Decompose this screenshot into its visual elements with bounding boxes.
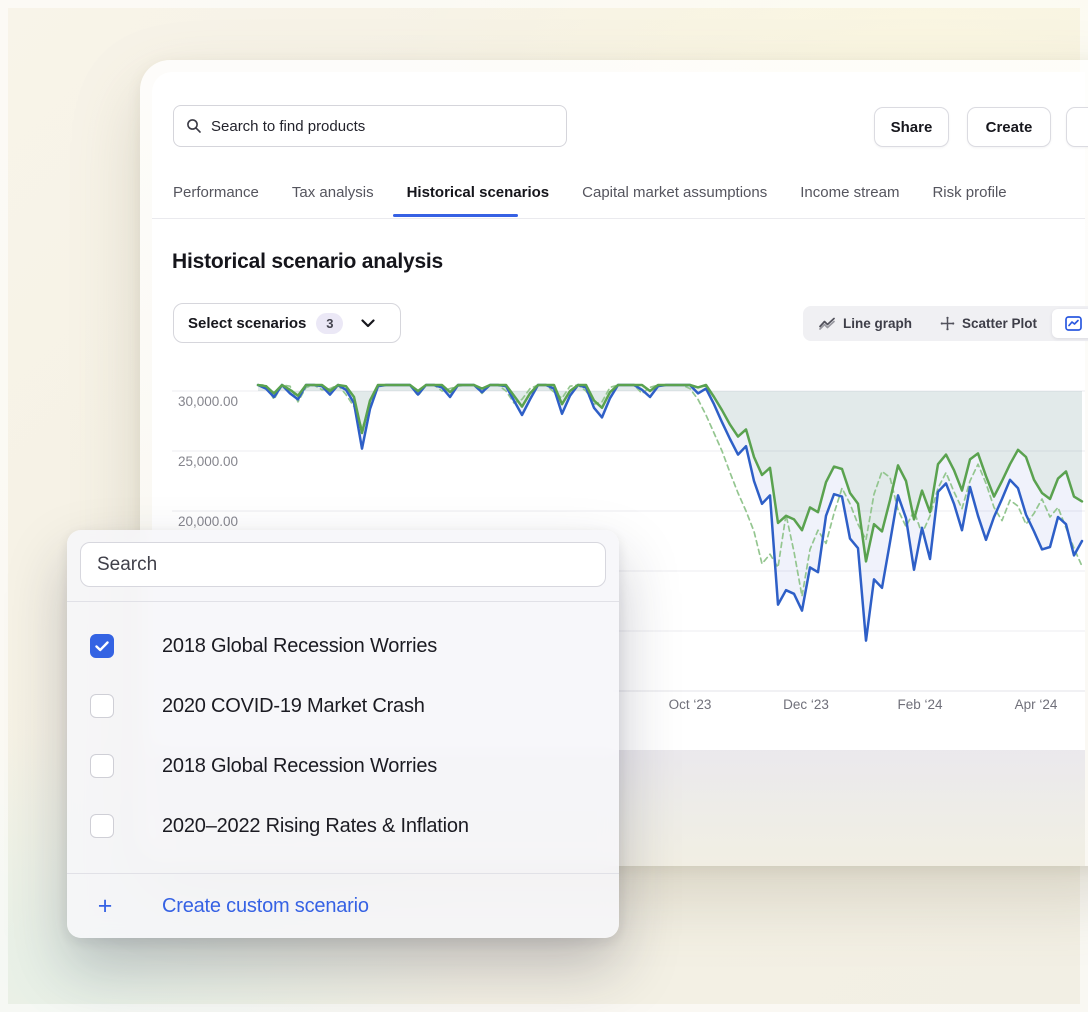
create-button[interactable]: Create [967,107,1051,147]
scatter-plot-icon [940,316,955,331]
chevron-down-icon [361,319,375,328]
tab-historical-scenarios[interactable]: Historical scenarios [407,184,550,201]
scenario-option-1[interactable]: 2020 COVID-19 Market Crash [67,676,619,736]
search-icon [186,118,202,134]
scenario-option-2[interactable]: 2018 Global Recession Worries [67,736,619,796]
select-scenarios-label: Select scenarios [188,315,306,332]
screenshot-stage: Share Create Performance Tax analysis Hi… [0,0,1088,1012]
scenario-option-label: 2020–2022 Rising Rates & Inflation [162,815,469,838]
scenario-option-label: 2018 Global Recession Worries [162,755,437,778]
picker-divider [67,601,619,602]
page-title: Historical scenario analysis [172,250,443,274]
select-scenarios-button[interactable]: Select scenarios 3 [173,303,401,343]
y-axis-tick-25000: 25,000.00 [178,454,238,469]
draw-chart-icon [1065,316,1082,331]
toggle-line-graph[interactable]: Line graph [806,309,925,338]
scenario-option-checkbox-0[interactable] [90,634,114,658]
selected-count-badge: 3 [316,313,343,334]
scenario-options-list: 2018 Global Recession Worries 2020 COVID… [67,616,619,856]
active-tab-underline [393,214,518,217]
toggle-scatter-plot[interactable]: Scatter Plot [927,309,1050,338]
y-axis-tick-20000: 20,000.00 [178,514,238,529]
cutoff-button[interactable] [1066,107,1088,147]
x-axis-tick-oct23: Oct ‘23 [645,697,735,712]
share-button[interactable]: Share [874,107,949,147]
tab-risk-profile[interactable]: Risk profile [932,184,1006,201]
scenario-option-0[interactable]: 2018 Global Recession Worries [67,616,619,676]
product-search-box[interactable] [173,105,567,147]
y-axis-tick-30000: 30,000.00 [178,394,238,409]
tab-performance[interactable]: Performance [173,184,259,201]
toggle-line-graph-label: Line graph [843,316,912,331]
scenario-picker-panel: 2018 Global Recession Worries 2020 COVID… [67,530,619,938]
scenario-option-checkbox-1[interactable] [90,694,114,718]
tab-tax-analysis[interactable]: Tax analysis [292,184,374,201]
scenario-option-label: 2020 COVID-19 Market Crash [162,695,425,718]
scenario-option-label: 2018 Global Recession Worries [162,635,437,658]
scenario-option-3[interactable]: 2020–2022 Rising Rates & Inflation [67,796,619,856]
x-axis-tick-apr24: Apr ‘24 [991,697,1081,712]
tab-capital-market-assumptions[interactable]: Capital market assumptions [582,184,767,201]
tab-income-stream[interactable]: Income stream [800,184,899,201]
chart-view-toggle: Line graph Scatter Plot Draw [803,306,1088,341]
tab-bar: Performance Tax analysis Historical scen… [173,184,1007,201]
plus-icon: + [93,894,117,918]
x-axis-tick-dec23: Dec ‘23 [761,697,851,712]
scenario-search-input[interactable] [97,554,589,576]
scenario-option-checkbox-2[interactable] [90,754,114,778]
line-graph-icon [819,317,836,330]
create-custom-scenario-label: Create custom scenario [162,895,369,918]
toggle-scatter-plot-label: Scatter Plot [962,316,1037,331]
create-custom-scenario-button[interactable]: + Create custom scenario [67,874,619,938]
scenario-search-box[interactable] [80,542,606,587]
tabbar-border [152,218,1085,219]
product-search-input[interactable] [211,118,554,135]
x-axis-tick-feb24: Feb ‘24 [875,697,965,712]
scenario-option-checkbox-3[interactable] [90,814,114,838]
toggle-draw[interactable]: Draw [1052,309,1088,338]
